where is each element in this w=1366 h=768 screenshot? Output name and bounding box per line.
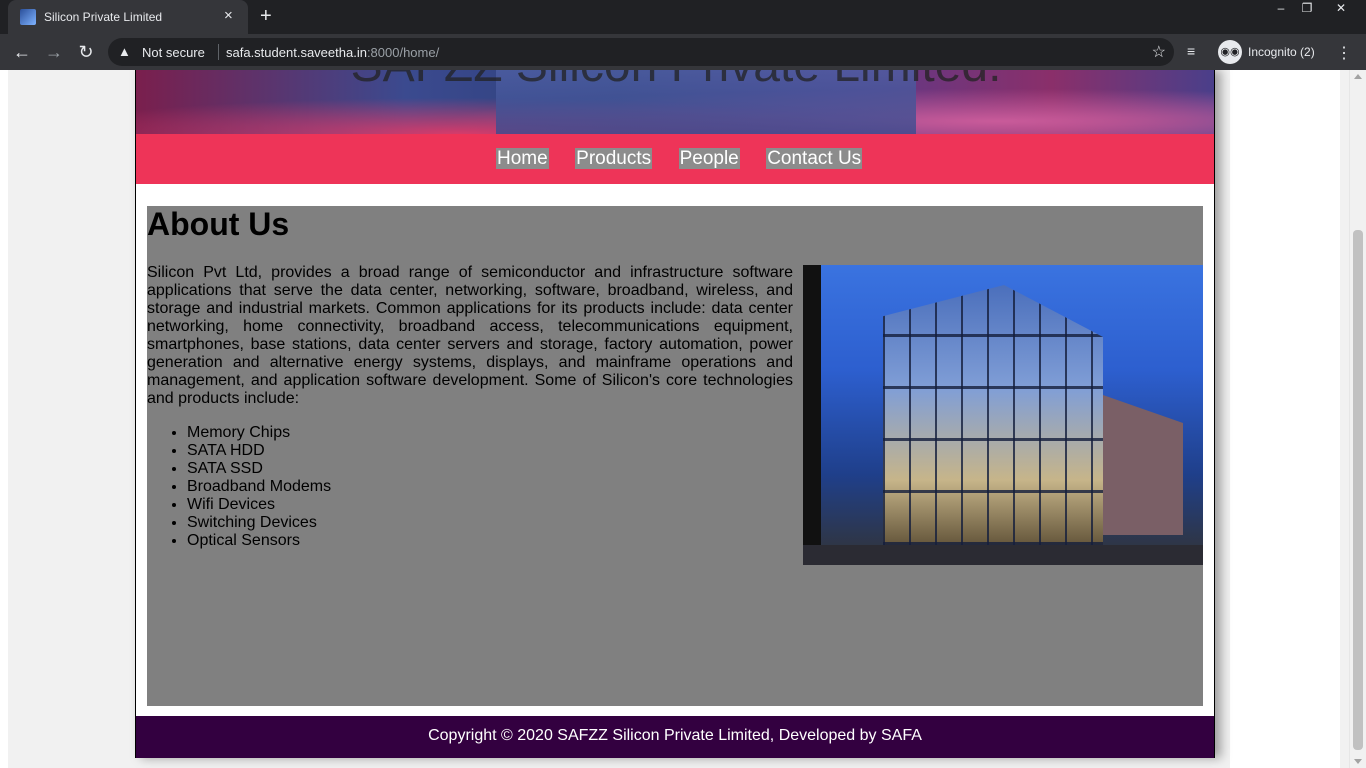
list-item: Broadband Modems — [187, 478, 331, 496]
page-viewport: SAFZZ Silicon Private Limited. Home Prod… — [0, 70, 1366, 768]
banner-heading: SAFZZ Silicon Private Limited. — [316, 70, 1036, 93]
bookmark-star-icon[interactable]: ☆ — [1152, 42, 1166, 62]
security-label[interactable]: Not secure — [142, 45, 205, 60]
tab-close-icon[interactable]: × — [224, 7, 233, 25]
photo-building-frame — [883, 285, 1103, 545]
nav-item-home: Home — [496, 148, 549, 169]
url-text[interactable]: safa.student.saveetha.in:8000/home/ — [226, 45, 439, 60]
list-item: Wifi Devices — [187, 496, 331, 514]
list-item: Optical Sensors — [187, 532, 331, 550]
reading-list-icon[interactable]: ≡ — [1187, 43, 1195, 59]
url-path: :8000/home/ — [366, 45, 440, 60]
browser-titlebar: Silicon Private Limited × + – ❐ ✕ — [0, 0, 1366, 34]
about-heading: About Us — [147, 206, 290, 242]
new-tab-icon[interactable]: + — [260, 5, 272, 27]
list-item: Switching Devices — [187, 514, 331, 532]
window-close-icon[interactable]: ✕ — [1328, 0, 1354, 18]
warning-icon[interactable]: ▲ — [118, 44, 131, 59]
main-nav: Home Products People Contact Us — [136, 134, 1214, 184]
site-footer: Copyright © 2020 SAFZZ Silicon Private L… — [136, 716, 1214, 758]
browser-tab[interactable]: Silicon Private Limited × — [8, 0, 248, 34]
photo-street — [803, 545, 1203, 565]
back-icon[interactable]: ← — [11, 41, 33, 63]
scroll-thumb[interactable] — [1353, 230, 1363, 750]
photo-edge — [803, 265, 821, 565]
about-section: About Us Silicon Pvt Ltd, provides a bro… — [147, 206, 1203, 706]
address-bar[interactable]: ▲ Not secure safa.student.saveetha.in:80… — [108, 38, 1174, 66]
nav-link-products[interactable]: Products — [575, 148, 653, 169]
list-item: Memory Chips — [187, 424, 331, 442]
nav-item-contact: Contact Us — [766, 148, 863, 169]
forward-icon[interactable]: → — [43, 41, 65, 63]
nav-item-people: People — [678, 148, 740, 169]
list-item: SATA SSD — [187, 460, 331, 478]
incognito-label: Incognito (2) — [1248, 45, 1315, 59]
url-host: safa.student.saveetha.in — [226, 45, 367, 60]
restore-icon[interactable]: ❐ — [1294, 0, 1320, 18]
page-background — [1230, 70, 1340, 768]
incognito-indicator[interactable]: ◉◉ Incognito (2) — [1216, 38, 1326, 66]
address-divider — [218, 44, 219, 60]
site-container: SAFZZ Silicon Private Limited. Home Prod… — [135, 70, 1215, 758]
site-favicon-icon — [20, 9, 36, 25]
browser-toolbar: ← → ↻ ▲ Not secure safa.student.saveetha… — [0, 34, 1366, 70]
header-banner: SAFZZ Silicon Private Limited. — [136, 70, 1214, 134]
page-scrollbar[interactable] — [1349, 70, 1366, 768]
nav-link-home[interactable]: Home — [496, 148, 549, 169]
browser-menu-icon[interactable]: ⋮ — [1336, 43, 1352, 63]
products-list: Memory Chips SATA HDD SATA SSD Broadband… — [147, 424, 331, 550]
nav-item-products: Products — [575, 148, 653, 169]
nav-link-contact[interactable]: Contact Us — [766, 148, 863, 169]
list-item: SATA HDD — [187, 442, 331, 460]
photo-old-building — [1103, 395, 1183, 535]
reload-icon[interactable]: ↻ — [75, 41, 97, 63]
about-description: Silicon Pvt Ltd, provides a broad range … — [147, 264, 793, 407]
incognito-icon: ◉◉ — [1218, 40, 1242, 64]
nav-list: Home Products People Contact Us — [496, 148, 884, 169]
building-photo — [803, 265, 1203, 565]
scroll-up-icon[interactable] — [1354, 74, 1362, 79]
scroll-down-icon[interactable] — [1354, 759, 1362, 764]
nav-link-people[interactable]: People — [678, 148, 740, 169]
minimize-icon[interactable]: – — [1268, 0, 1294, 18]
page-margin — [0, 70, 8, 768]
tab-title: Silicon Private Limited — [44, 10, 163, 24]
